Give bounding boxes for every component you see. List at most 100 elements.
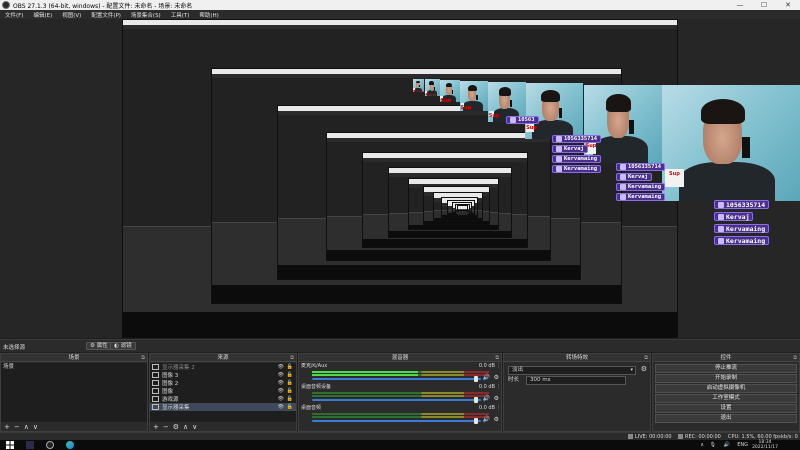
lock-icon[interactable]: 🔓 bbox=[287, 364, 293, 370]
source-item[interactable]: 图像 3 👁 🔓 bbox=[150, 371, 296, 379]
channel-menu-icon[interactable]: ⋮ bbox=[496, 405, 501, 411]
speaker-icon[interactable]: 🔊 bbox=[483, 416, 490, 423]
source-item[interactable]: 图像 2 👁 🔓 bbox=[150, 379, 296, 387]
visibility-eye-icon[interactable]: 👁 bbox=[278, 396, 284, 402]
transition-gear-icon[interactable]: ⚙ bbox=[641, 365, 647, 373]
menu-profile[interactable]: 配置文件(P) bbox=[86, 11, 126, 19]
volume-slider[interactable] bbox=[312, 399, 481, 401]
speaker-icon[interactable]: 🔊 bbox=[483, 395, 490, 402]
properties-button[interactable]: ⚙ 属性 bbox=[86, 342, 112, 350]
menu-file[interactable]: 文件(F) bbox=[0, 11, 28, 19]
volume-slider-knob[interactable] bbox=[473, 418, 478, 424]
microphone-icon[interactable]: 🎙 bbox=[710, 442, 716, 448]
app-icon[interactable] bbox=[26, 441, 34, 449]
source-item[interactable]: 游戏源 👁 🔓 bbox=[150, 395, 296, 403]
preview-canvas[interactable]: SupSupSupSupSupSupSupSup1056335714Kervaj… bbox=[0, 19, 800, 338]
clock-date: 2022/11/17 bbox=[752, 445, 778, 450]
social-badge: Kervaj bbox=[714, 212, 754, 221]
volume-icon[interactable]: 🔊 bbox=[724, 442, 730, 448]
lock-icon[interactable]: 🔓 bbox=[287, 388, 293, 394]
lock-icon[interactable]: 🔓 bbox=[287, 396, 293, 402]
maximize-button[interactable]: ☐ bbox=[752, 0, 776, 10]
remove-scene-button[interactable]: − bbox=[14, 423, 20, 431]
move-scene-down-button[interactable]: ∨ bbox=[33, 423, 38, 431]
windows-start-icon[interactable] bbox=[6, 441, 14, 449]
channel-gear-icon[interactable]: ⚙ bbox=[494, 374, 499, 381]
menu-edit[interactable]: 编辑(E) bbox=[28, 11, 57, 19]
channel-menu-icon[interactable]: ⋮ bbox=[496, 384, 501, 390]
social-badge: Kervaj bbox=[616, 173, 652, 181]
menu-view[interactable]: 视图(V) bbox=[57, 11, 86, 19]
channel-gear-icon[interactable]: ⚙ bbox=[494, 395, 499, 402]
source-item[interactable]: 显示器采集 2 👁 🔓 bbox=[150, 363, 296, 371]
level-meter-left bbox=[312, 413, 489, 415]
social-badge: 1056335714 bbox=[616, 163, 666, 171]
tray-expand-icon[interactable]: ∧ bbox=[700, 442, 704, 448]
channel-db: 0.0 dB bbox=[478, 363, 495, 369]
menu-tools[interactable]: 工具(T) bbox=[166, 11, 195, 19]
edge-browser-icon[interactable] bbox=[66, 441, 74, 449]
selected-source-label: 未选择源 bbox=[3, 345, 26, 351]
source-name: 显示器采集 2 bbox=[162, 365, 195, 371]
lock-icon[interactable]: 🔓 bbox=[287, 380, 293, 386]
stop-streaming-button[interactable]: 停止推流 bbox=[655, 364, 797, 373]
headset-mic bbox=[476, 94, 478, 100]
visibility-eye-icon[interactable]: 👁 bbox=[278, 364, 284, 370]
dock-float-icon[interactable]: ⧉ bbox=[793, 354, 797, 362]
duration-input[interactable]: 300 ms bbox=[526, 376, 626, 385]
studio-mode-button[interactable]: 工作室模式 bbox=[655, 394, 797, 403]
start-virtual-camera-button[interactable]: 启动虚拟摄像机 bbox=[655, 384, 797, 393]
speaker-icon[interactable]: 🔊 bbox=[483, 374, 490, 381]
volume-slider-knob[interactable] bbox=[473, 376, 478, 382]
visibility-eye-icon[interactable]: 👁 bbox=[278, 372, 284, 378]
menu-help[interactable]: 帮助(H) bbox=[194, 11, 223, 19]
channel-db: 0.0 dB bbox=[478, 384, 495, 390]
filters-button[interactable]: ◐ 滤镜 bbox=[110, 342, 136, 350]
monitor-icon bbox=[152, 388, 159, 394]
visibility-eye-icon[interactable]: 👁 bbox=[278, 380, 284, 386]
add-source-button[interactable]: + bbox=[153, 423, 159, 431]
volume-slider-knob[interactable] bbox=[473, 397, 478, 403]
scene-item[interactable]: 场景 bbox=[1, 363, 147, 371]
source-item[interactable]: 显示器采集 👁 🔓 bbox=[150, 403, 296, 411]
start-recording-button[interactable]: 开始录制 bbox=[655, 374, 797, 383]
move-scene-up-button[interactable]: ∧ bbox=[24, 423, 29, 431]
move-source-up-button[interactable]: ∧ bbox=[183, 423, 188, 431]
dock-float-icon[interactable]: ⧉ bbox=[290, 354, 294, 362]
nested-taskbar bbox=[326, 250, 550, 261]
volume-slider[interactable] bbox=[312, 420, 481, 422]
dock-float-icon[interactable]: ⧉ bbox=[644, 354, 648, 362]
add-scene-button[interactable]: + bbox=[4, 423, 10, 431]
channel-menu-icon[interactable]: ⋮ bbox=[496, 363, 501, 369]
visibility-eye-icon[interactable]: 👁 bbox=[278, 388, 284, 394]
taskbar-clock[interactable]: 18:34 2022/11/17 bbox=[752, 440, 778, 450]
minimize-button[interactable]: — bbox=[728, 0, 752, 10]
settings-button[interactable]: 设置 bbox=[655, 404, 797, 413]
lock-icon[interactable]: 🔓 bbox=[287, 372, 293, 378]
channel-gear-icon[interactable]: ⚙ bbox=[494, 416, 499, 423]
dock-float-icon[interactable]: ⧉ bbox=[141, 354, 145, 362]
source-properties-button[interactable]: ⚙ bbox=[173, 423, 179, 431]
exit-button[interactable]: 退出 bbox=[655, 414, 797, 423]
dock-float-icon[interactable]: ⧉ bbox=[495, 354, 499, 362]
person-hair bbox=[416, 80, 420, 84]
transition-select[interactable]: 淡出 ▾ bbox=[508, 366, 636, 375]
volume-slider[interactable] bbox=[312, 378, 481, 380]
webcam-capture: Sup bbox=[584, 85, 662, 163]
input-language[interactable]: ENG bbox=[737, 442, 748, 448]
close-button[interactable]: ✕ bbox=[776, 0, 800, 10]
source-name: 图像 2 bbox=[162, 381, 179, 387]
visibility-eye-icon[interactable]: 👁 bbox=[278, 404, 284, 410]
channel-name: 桌面音频设备 bbox=[301, 384, 332, 390]
menu-scene-collection[interactable]: 场景集合(S) bbox=[126, 11, 166, 19]
move-source-down-button[interactable]: ∨ bbox=[192, 423, 197, 431]
obs-taskbar-icon[interactable] bbox=[46, 441, 54, 449]
source-item[interactable]: 图像 👁 🔓 bbox=[150, 387, 296, 395]
lock-icon[interactable]: 🔓 bbox=[287, 404, 293, 410]
webcam-capture: Sup bbox=[525, 83, 583, 139]
filters-label: 滤镜 bbox=[120, 343, 132, 349]
social-handle: 1056335714 bbox=[628, 164, 662, 170]
level-meter-right bbox=[312, 416, 489, 418]
remove-source-button[interactable]: − bbox=[163, 423, 169, 431]
properties-label: 属性 bbox=[96, 343, 108, 349]
